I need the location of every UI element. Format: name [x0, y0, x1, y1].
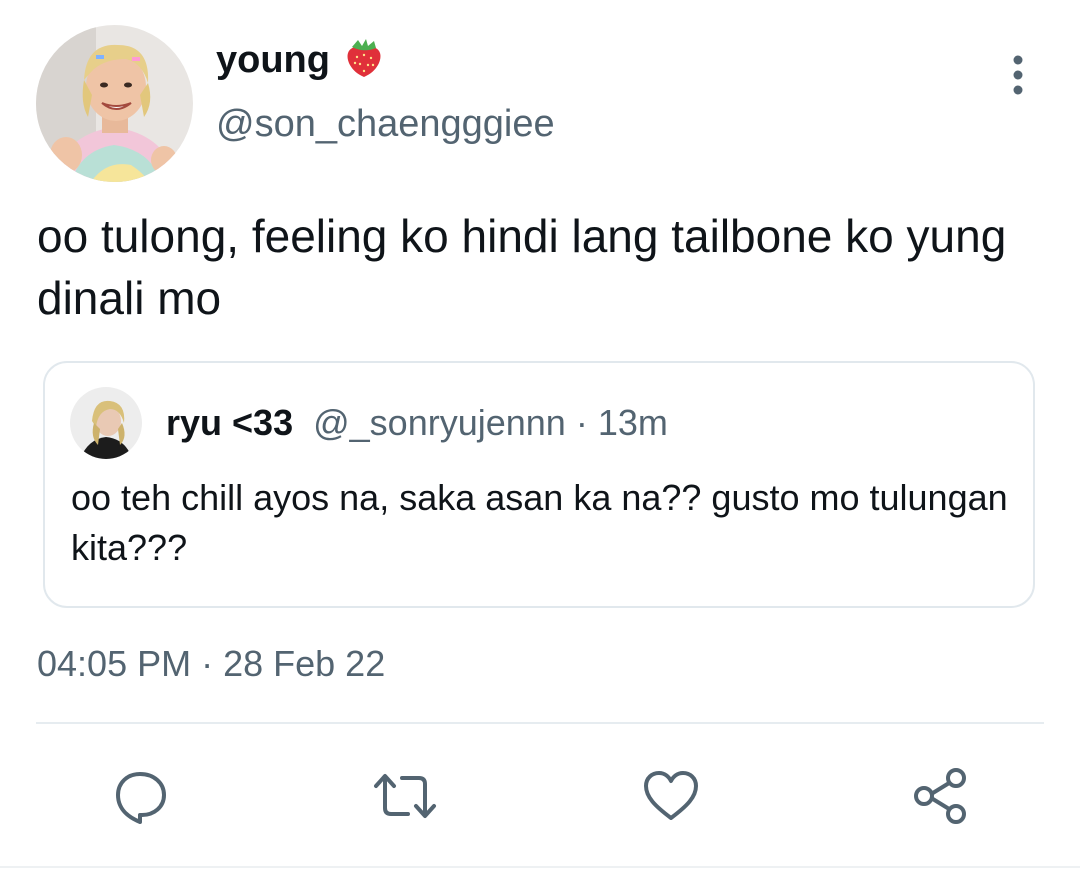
timestamp-date: 28 Feb 22 — [223, 643, 386, 684]
reply-button[interactable] — [110, 766, 170, 826]
timestamp-separator: · — [191, 643, 224, 684]
bottom-divider — [0, 866, 1080, 868]
tweet-timestamp[interactable]: 04:05 PM · 28 Feb 22 — [37, 642, 385, 686]
quoted-author-handle: @_sonryujennn — [313, 402, 566, 443]
quoted-tweet-header: ryu <33 @_sonryujennn · 13m — [166, 401, 668, 445]
author-name-row: young — [216, 36, 384, 84]
author-avatar[interactable] — [36, 25, 193, 182]
author-display-name[interactable]: young — [216, 36, 330, 84]
heart-icon — [644, 771, 698, 820]
quoted-tweet-card[interactable]: ryu <33 @_sonryujennn · 13m oo teh chill… — [43, 361, 1035, 608]
quoted-time-ago: 13m — [597, 402, 668, 443]
retweet-arrows-icon — [374, 774, 436, 818]
quoted-author-avatar — [70, 387, 142, 459]
more-options-icon[interactable] — [998, 52, 1038, 100]
tweet-detail: young @son_chaengggiee oo tulong, feelin… — [0, 0, 1080, 888]
tweet-text: oo tulong, feeling ko hindi lang tailbon… — [37, 210, 1007, 324]
author-handle[interactable]: @son_chaengggiee — [216, 100, 555, 148]
quoted-separator: · — [565, 402, 598, 443]
quoted-tweet-text: oo teh chill ayos na, saka asan ka na?? … — [71, 477, 1008, 568]
strawberry-icon — [344, 37, 384, 84]
quoted-author-name: ryu <33 — [166, 402, 294, 443]
retweet-button[interactable] — [372, 766, 436, 826]
timestamp-time: 04:05 PM — [37, 643, 192, 684]
speech-bubble-icon — [116, 772, 166, 824]
share-nodes-icon — [914, 768, 966, 824]
share-button[interactable] — [910, 766, 970, 826]
like-button[interactable] — [641, 766, 701, 826]
divider — [36, 722, 1044, 724]
